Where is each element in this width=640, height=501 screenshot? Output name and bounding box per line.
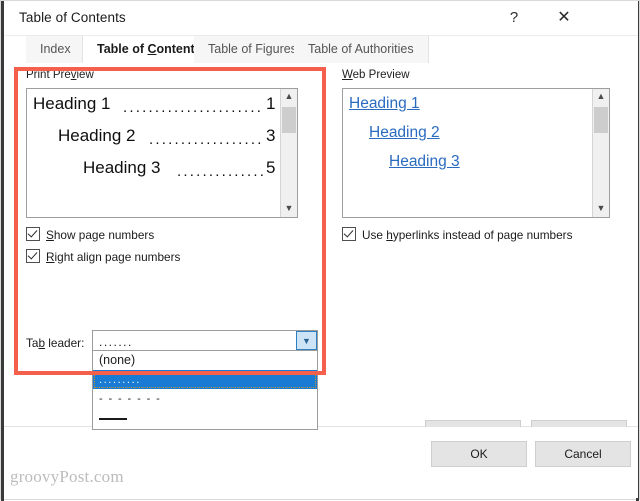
question-mark-icon[interactable]: ? bbox=[499, 5, 529, 31]
print-entry-heading1: Heading 1 bbox=[33, 94, 111, 113]
tab-leader-combobox[interactable]: ....... ▼ bbox=[92, 330, 318, 351]
print-leader-1: ................................ bbox=[123, 99, 263, 116]
print-entry-heading3: Heading 3 bbox=[83, 158, 161, 177]
chevron-down-icon[interactable]: ▼ bbox=[281, 201, 297, 217]
web-preview-box: Heading 1 Heading 2 Heading 3 ▲ ▼ bbox=[342, 88, 610, 218]
web-preview-scrollbar[interactable]: ▲ ▼ bbox=[592, 89, 609, 217]
tab-strip: Index Table of Contents Table of Figures… bbox=[4, 36, 638, 64]
web-preview-label: Web Preview bbox=[342, 69, 410, 81]
dropdown-option-solid[interactable] bbox=[93, 408, 317, 427]
web-entry-heading1[interactable]: Heading 1 bbox=[349, 95, 420, 113]
web-entry-heading2[interactable]: Heading 2 bbox=[369, 124, 440, 142]
table-of-contents-dialog: Table of Contents ? ✕ Index Table of Con… bbox=[0, 0, 640, 501]
tab-leader-dropdown-list[interactable]: (none) ......... - - - - - - - bbox=[92, 351, 318, 430]
checkbox-box[interactable] bbox=[26, 249, 40, 263]
chevron-up-icon[interactable]: ▲ bbox=[281, 89, 297, 105]
tab-leader-value: ....... bbox=[99, 335, 133, 349]
chevron-up-icon[interactable]: ▲ bbox=[593, 89, 609, 105]
dialog-content: Print Preview Heading 1 ................… bbox=[4, 63, 638, 457]
checkbox-show-page-numbers[interactable]: Show page numbers bbox=[26, 227, 154, 242]
print-preview-scrollbar[interactable]: ▲ ▼ bbox=[280, 89, 297, 217]
web-entry-heading3[interactable]: Heading 3 bbox=[389, 153, 460, 171]
dropdown-option-none[interactable]: (none) bbox=[93, 351, 317, 370]
dropdown-option-dashes[interactable]: - - - - - - - bbox=[93, 389, 317, 408]
print-preview-label: Print Preview bbox=[26, 69, 94, 81]
print-leader-2: .......................... bbox=[149, 131, 263, 148]
chevron-down-icon[interactable]: ▼ bbox=[593, 201, 609, 217]
print-page-3: 5 bbox=[266, 158, 276, 177]
window-title: Table of Contents bbox=[19, 10, 126, 25]
dropdown-option-dots[interactable]: ......... bbox=[93, 370, 317, 389]
title-bar: Table of Contents ? ✕ bbox=[4, 1, 638, 36]
chevron-down-icon[interactable]: ▼ bbox=[296, 331, 317, 350]
tab-table-of-authorities[interactable]: Table of Authorities bbox=[294, 36, 429, 63]
print-preview-box: Heading 1 ..............................… bbox=[26, 88, 298, 218]
checkbox-box[interactable] bbox=[26, 227, 40, 241]
scrollbar-thumb[interactable] bbox=[282, 107, 296, 133]
watermark: groovyPost.com bbox=[10, 467, 124, 486]
tab-leader-label: Tab leader: bbox=[26, 336, 85, 350]
tab-index[interactable]: Index bbox=[26, 36, 86, 63]
close-icon[interactable]: ✕ bbox=[549, 5, 579, 31]
scrollbar-thumb[interactable] bbox=[594, 107, 608, 133]
checkbox-right-align-page-numbers[interactable]: Right align page numbers bbox=[26, 249, 180, 264]
checkbox-use-hyperlinks[interactable]: Use hyperlinks instead of page numbers bbox=[342, 227, 573, 242]
print-page-2: 3 bbox=[266, 126, 276, 145]
print-page-1: 1 bbox=[266, 94, 276, 113]
ok-button[interactable]: OK bbox=[431, 441, 527, 467]
cancel-button[interactable]: Cancel bbox=[535, 441, 631, 467]
checkbox-box[interactable] bbox=[342, 227, 356, 241]
print-leader-3: .................... bbox=[177, 163, 263, 180]
print-entry-heading2: Heading 2 bbox=[58, 126, 136, 145]
